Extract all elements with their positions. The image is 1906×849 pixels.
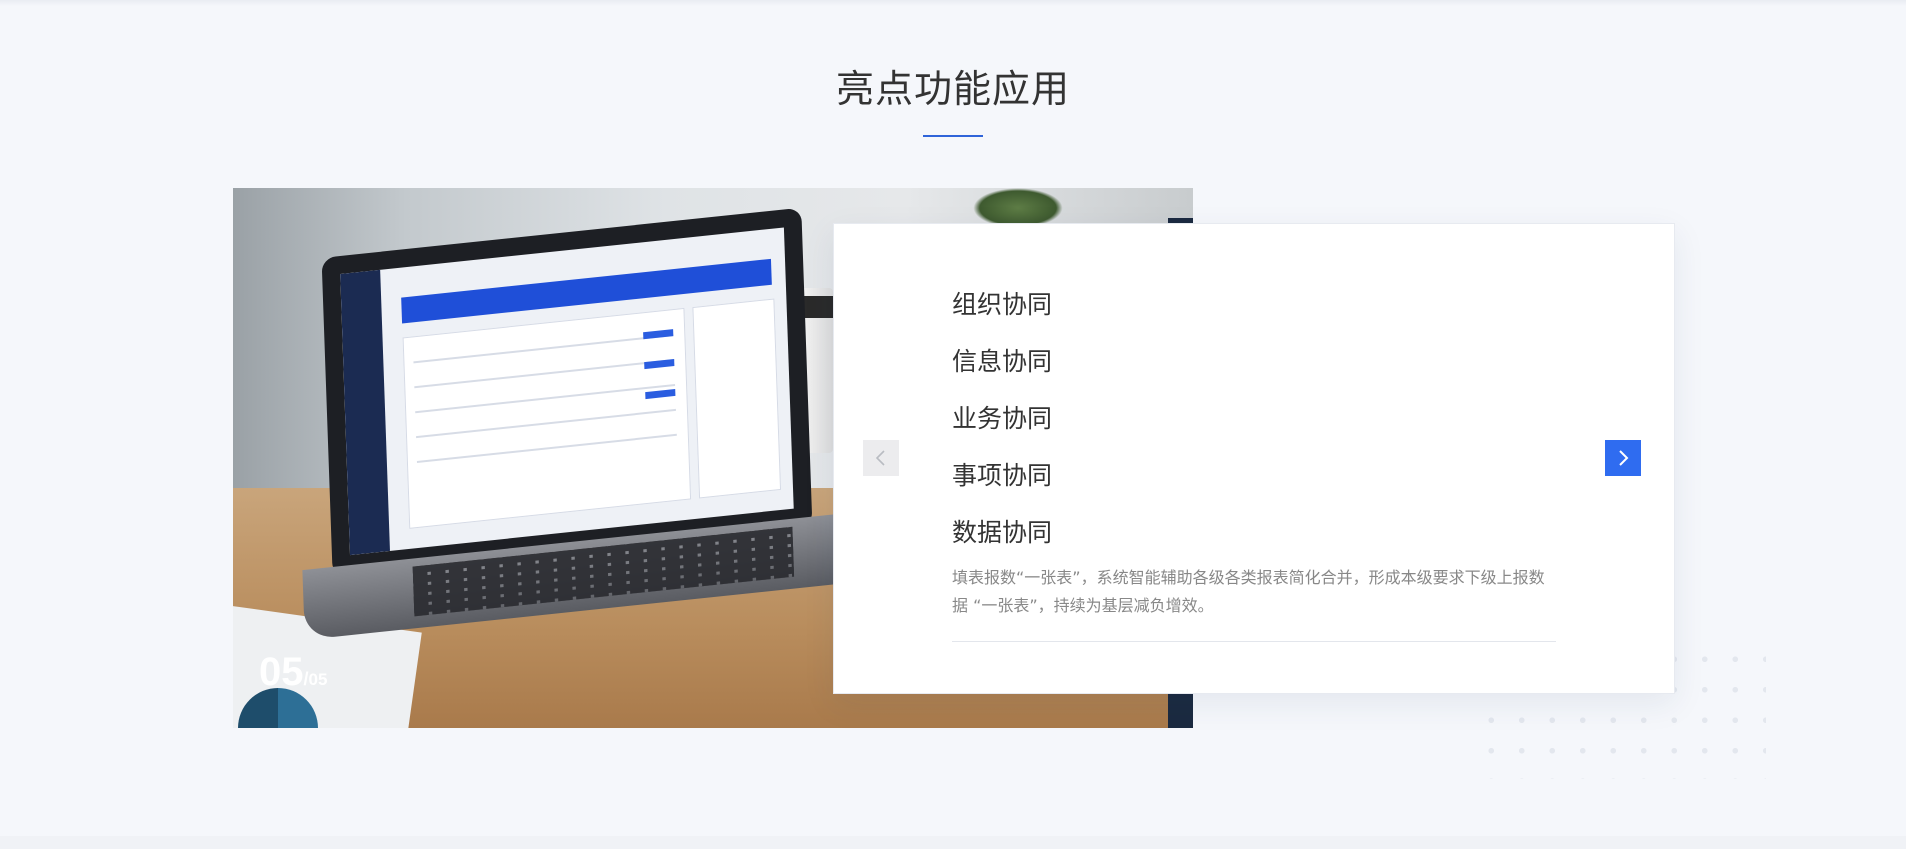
- feature-label[interactable]: 信息协同: [952, 347, 1556, 377]
- bottom-band: [0, 836, 1906, 849]
- feature-item-affairs[interactable]: 事项协同: [952, 461, 1556, 518]
- chevron-right-icon: [1619, 450, 1629, 466]
- feature-item-information[interactable]: 信息协同: [952, 347, 1556, 404]
- feature-label[interactable]: 业务协同: [952, 404, 1556, 434]
- chevron-left-icon: [875, 450, 885, 466]
- section-title: 亮点功能应用: [835, 67, 1070, 111]
- screen-panel: [402, 307, 692, 529]
- screen-side-panel: [692, 298, 782, 499]
- title-underline: [923, 135, 983, 137]
- slide-current: 05: [259, 650, 304, 694]
- feature-label[interactable]: 事项协同: [952, 461, 1556, 491]
- slide-total: 05: [308, 670, 328, 689]
- laptop-screen: [340, 227, 794, 556]
- screen-sidebar: [340, 269, 390, 556]
- card-divider: [952, 641, 1556, 642]
- prev-slide-button[interactable]: [863, 440, 899, 476]
- slide-counter: 05/05: [259, 650, 327, 695]
- next-slide-button[interactable]: [1605, 440, 1641, 476]
- top-edge-shadow: [0, 0, 1906, 6]
- feature-card: 组织协同 信息协同 业务协同 事项协同 数据协同 填表报数“一张表”，系统智能辅…: [833, 223, 1675, 694]
- feature-label[interactable]: 组织协同: [952, 290, 1556, 320]
- feature-list: 组织协同 信息协同 业务协同 事项协同 数据协同: [952, 290, 1556, 575]
- feature-label-active[interactable]: 数据协同: [952, 518, 1556, 548]
- feature-item-business[interactable]: 业务协同: [952, 404, 1556, 461]
- feature-item-organization[interactable]: 组织协同: [952, 290, 1556, 347]
- photo-plant: [973, 188, 1063, 228]
- feature-description: 填表报数“一张表”，系统智能辅助各级各类报表简化合并，形成本级要求下级上报数据 …: [952, 568, 1545, 615]
